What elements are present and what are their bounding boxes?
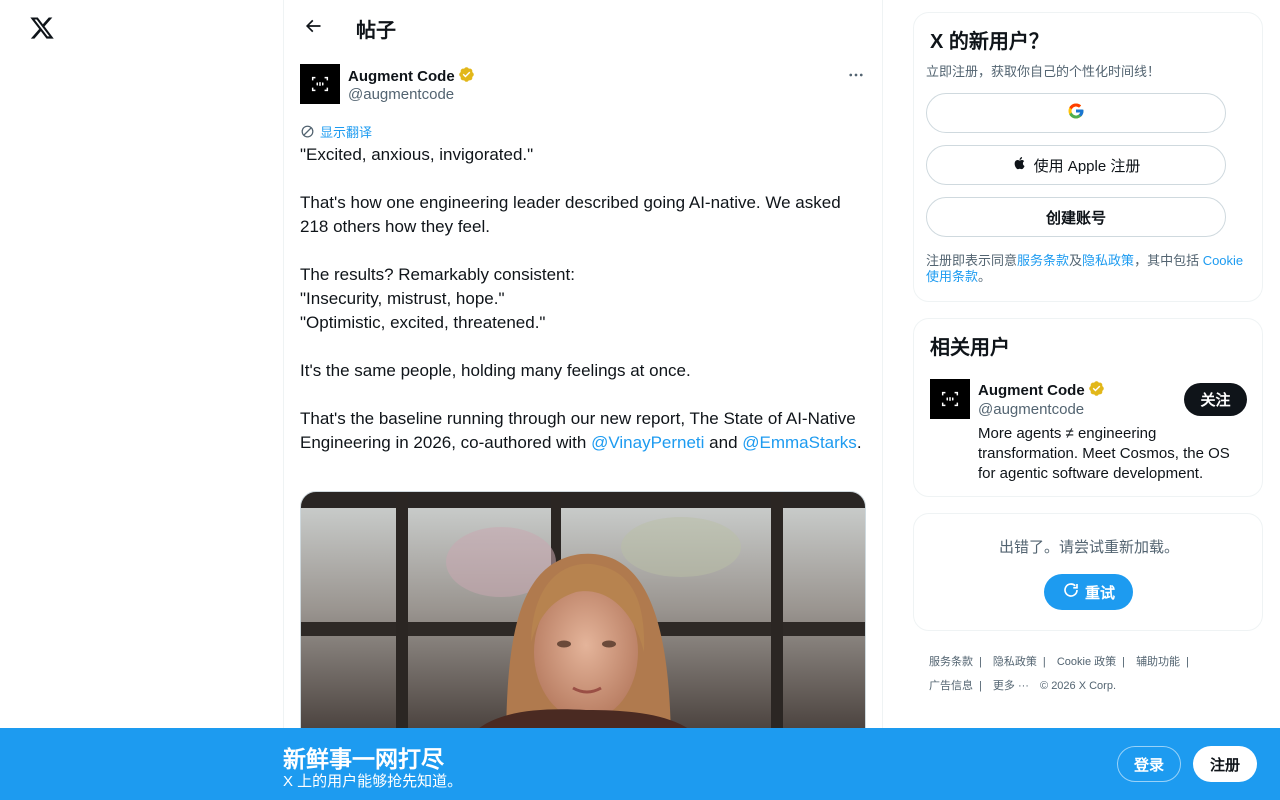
author-handle[interactable]: @augmentcode <box>348 86 454 103</box>
copyright: © 2026 X Corp. <box>1040 680 1117 692</box>
footer-separator: | <box>1042 656 1046 668</box>
banner-title: 新鲜事一网打尽 <box>283 746 444 772</box>
x-logo-icon[interactable] <box>25 11 59 45</box>
footer-link[interactable]: 广告信息 <box>929 680 973 692</box>
signup-card-title: X 的新用户？ <box>930 31 1049 53</box>
retry-button[interactable]: 重试 <box>1044 574 1133 610</box>
related-user-handle[interactable]: @augmentcode <box>978 401 1084 418</box>
privacy-policy-link[interactable]: 隐私政策 <box>1082 253 1134 268</box>
related-user-bio: More agents ≠ engineering transformation… <box>978 425 1230 482</box>
footer-link[interactable]: 服务条款 <box>929 656 973 668</box>
terms-text: 注册即表示同意 <box>926 253 1018 268</box>
tweet-paragraph: "Optimistic, excited, threatened." <box>300 313 546 332</box>
verified-badge-icon <box>1088 380 1105 401</box>
footer-separator: | <box>979 656 982 668</box>
footer-link[interactable]: 隐私政策 <box>993 656 1037 668</box>
signup-button[interactable]: 注册 <box>1193 746 1257 782</box>
terms-text: 及 <box>1069 253 1083 268</box>
signup-card-subtitle: 立即注册，获取你自己的个性化时间线！ <box>926 64 1161 79</box>
signup-banner: 新鲜事一网打尽 X 上的用户能够抢先知道。 登录 注册 <box>0 728 1280 800</box>
tweet-text: "Excited, anxious, invigorated." That's … <box>300 143 866 455</box>
post-media-video[interactable] <box>300 491 866 751</box>
tweet-paragraph: That's how one engineering leader descri… <box>300 193 841 236</box>
footer-link[interactable]: Cookie 政策 <box>1057 656 1116 668</box>
google-icon <box>1067 102 1085 124</box>
show-translation-link[interactable]: 显示翻译 <box>300 122 372 141</box>
related-users-title: 相关用户 <box>930 337 1010 359</box>
main-column: 帖子 Augment Code @augmentcode 显示翻译 "Excit… <box>283 0 883 800</box>
translate-label: 显示翻译 <box>320 125 373 140</box>
tweet-text-segment: and <box>704 433 743 452</box>
tweet-paragraph: "Excited, anxious, invigorated." <box>300 145 534 164</box>
post: Augment Code @augmentcode 显示翻译 "Excited,… <box>300 64 866 751</box>
tweet-paragraph: The results? Remarkably consistent: <box>300 265 575 284</box>
mention-link[interactable]: @EmmaStarks <box>742 433 857 452</box>
retry-label: 重试 <box>1084 584 1115 602</box>
related-user-name-text: Augment Code <box>978 382 1085 399</box>
tweet-text-segment: . <box>856 433 862 452</box>
related-users-card: 相关用户 Augment Code @augmentcode More agen… <box>913 318 1263 497</box>
footer-separator: | <box>979 680 982 692</box>
terms-text: 。 <box>978 269 992 284</box>
footer-link[interactable]: 辅助功能 <box>1136 656 1180 668</box>
footer-more-link[interactable]: 更多 ··· <box>993 680 1029 692</box>
google-signup-button[interactable] <box>926 93 1226 133</box>
left-nav <box>0 0 284 800</box>
terms-text: ，其中包括 <box>1134 253 1203 268</box>
back-arrow-icon[interactable] <box>296 9 330 43</box>
terms-of-service-link[interactable]: 服务条款 <box>1017 253 1069 268</box>
banner-subtitle: X 上的用户能够抢先知道。 <box>283 773 463 790</box>
post-header: 帖子 <box>284 0 882 53</box>
apple-signup-label: 使用 Apple 注册 <box>1033 157 1141 175</box>
create-account-button[interactable]: 创建账号 <box>926 197 1226 237</box>
more-options-icon[interactable] <box>844 64 868 86</box>
signup-terms: 注册即表示同意服务条款及隐私政策，其中包括 Cookie 使用条款。 <box>926 253 1250 285</box>
tweet-paragraph: "Insecurity, mistrust, hope." <box>300 289 505 308</box>
footer-separator: | <box>1122 656 1125 668</box>
avatar[interactable] <box>300 64 340 104</box>
error-message: 出错了。请尝试重新加载。 <box>998 539 1179 556</box>
error-card: 出错了。请尝试重新加载。 重试 <box>913 513 1263 631</box>
refresh-icon <box>1062 581 1080 603</box>
author-name[interactable]: Augment Code <box>348 66 475 87</box>
follow-button[interactable]: 关注 <box>1184 383 1247 416</box>
author-name-text: Augment Code <box>348 68 455 85</box>
tweet-paragraph: It's the same people, holding many feeli… <box>300 361 691 380</box>
verified-badge-icon <box>458 66 475 87</box>
author-row: Augment Code @augmentcode <box>300 64 866 106</box>
tweet-paragraph: That's the baseline running through our … <box>300 407 866 455</box>
page-title: 帖子 <box>356 20 396 42</box>
related-user-name[interactable]: Augment Code <box>978 380 1105 401</box>
avatar[interactable] <box>930 379 970 419</box>
mention-link[interactable]: @VinayPerneti <box>591 433 704 452</box>
apple-signup-button[interactable]: 使用 Apple 注册 <box>926 145 1226 185</box>
footer-separator: | <box>1186 656 1189 668</box>
apple-icon <box>1012 154 1028 176</box>
translate-icon <box>301 125 314 138</box>
signup-card: X 的新用户？ 立即注册，获取你自己的个性化时间线！ 使用 Apple 注册 创… <box>913 12 1263 302</box>
login-button[interactable]: 登录 <box>1117 746 1181 782</box>
video-frame-image <box>301 492 865 750</box>
footer-links: 服务条款 | 隐私政策 | Cookie 政策 | 辅助功能 | 广告信息 | 更多 ··… <box>929 650 1259 698</box>
